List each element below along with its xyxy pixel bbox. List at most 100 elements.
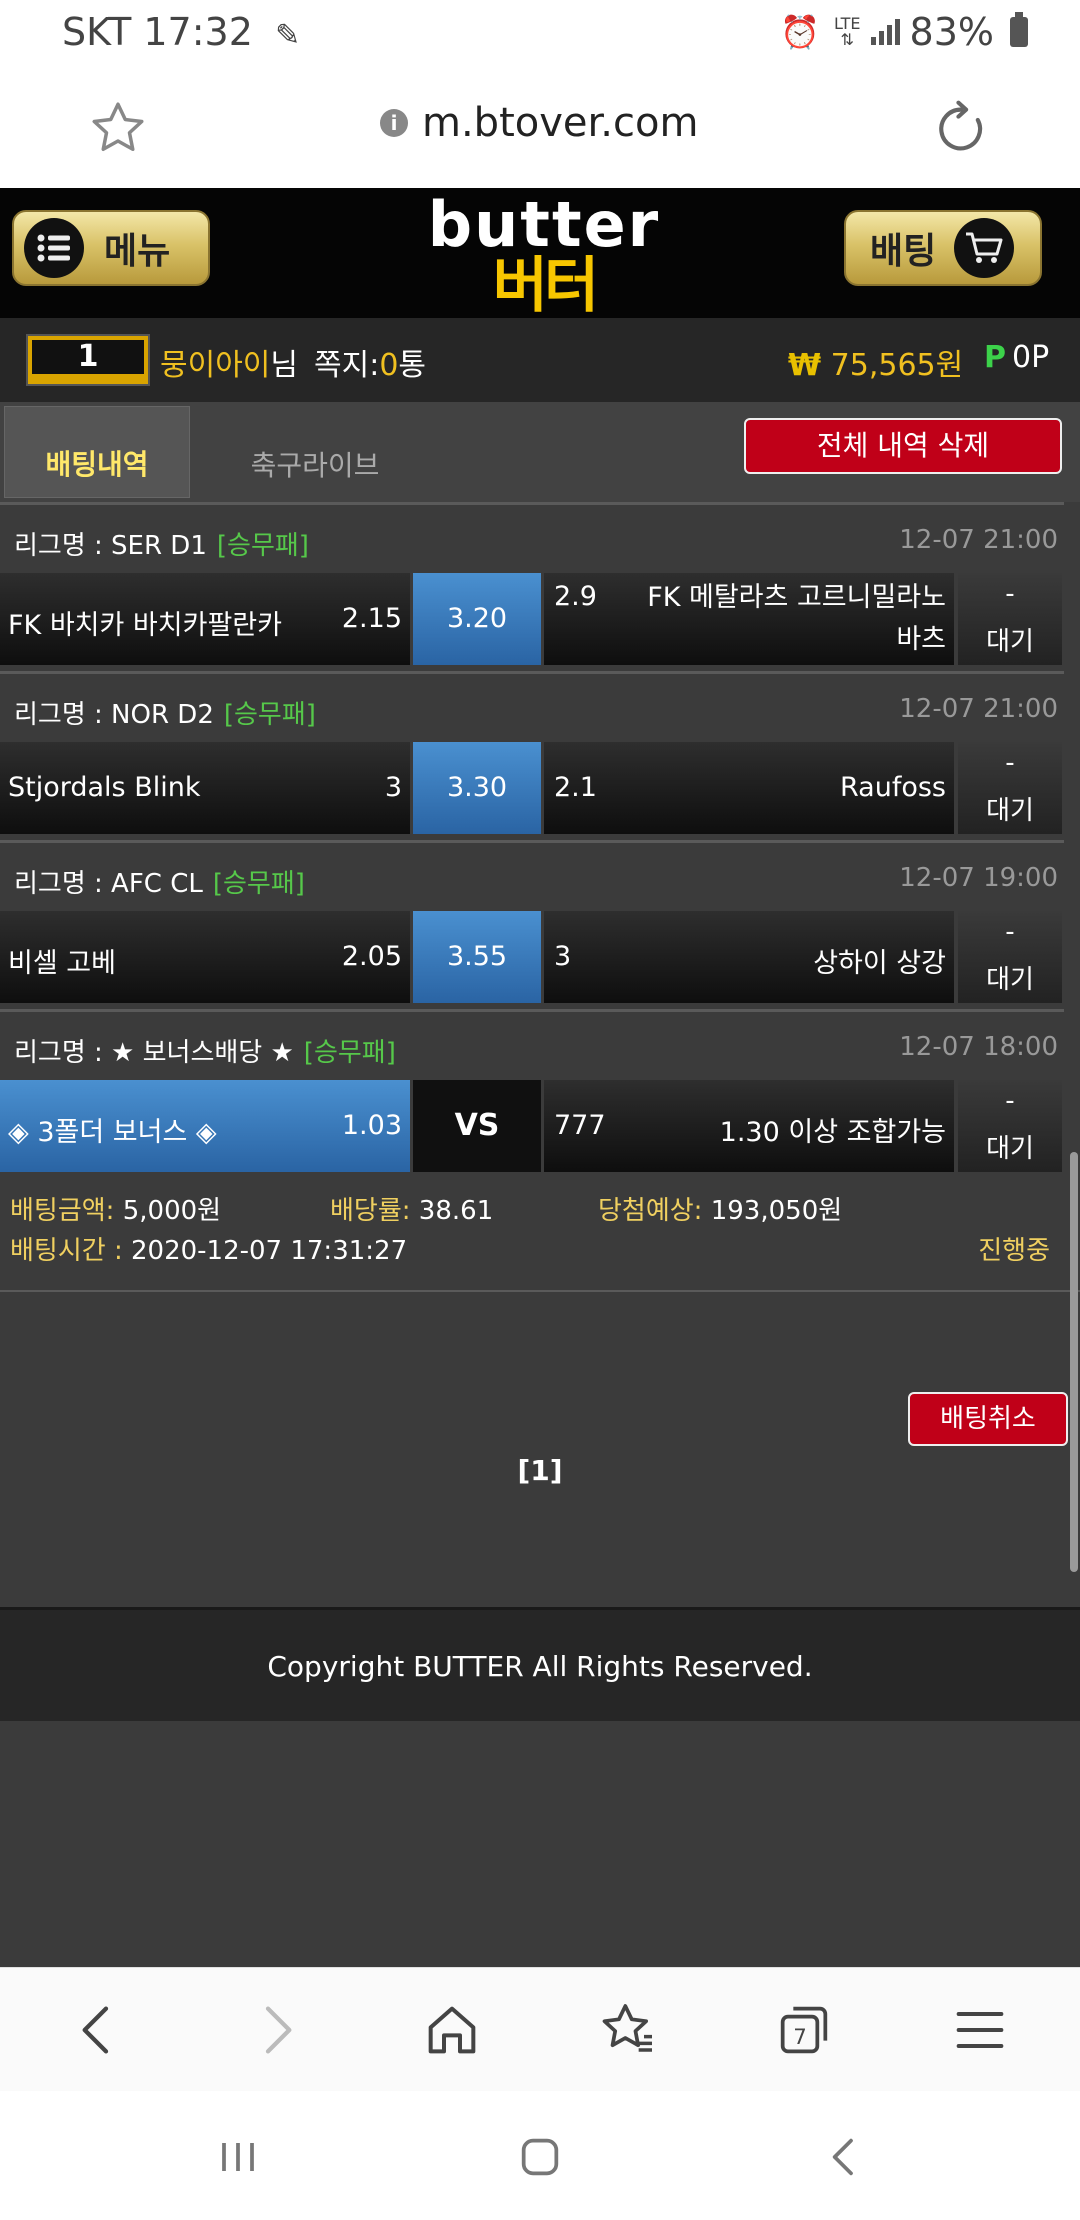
tab-soccer-live[interactable]: 축구라이브 <box>196 406 434 498</box>
hamburger-icon <box>956 2012 1004 2048</box>
reload-icon <box>939 100 983 151</box>
chevron-right-icon <box>265 2006 292 2054</box>
match-time: 12-07 18:00 <box>899 1032 1058 1062</box>
carrier-time-text: SKT 17:32 <box>62 10 253 54</box>
username-text: 뭉이아이 <box>160 348 271 383</box>
browser-nav-bar: 7 <box>0 1967 1080 2092</box>
pagination[interactable]: [1] <box>0 1454 1080 1487</box>
forward-button[interactable] <box>244 1998 308 2062</box>
message-label: 쪽지: <box>314 348 380 383</box>
match-row: FK 바치카 바치카팔란카 2.15 3.20 2.9 FK 메탈라츠 고르니밀… <box>0 573 1080 665</box>
draw-odds: 3.30 <box>413 742 541 834</box>
betting-cart-button[interactable]: 배팅 <box>844 210 1042 286</box>
home-team-cell: FK 바치카 바치카팔란카 2.15 <box>0 573 410 665</box>
system-home-button[interactable] <box>512 2129 568 2185</box>
system-back-icon <box>832 2138 853 2176</box>
status-bar: SKT 17:32 ✎ ⏰ LTE ⇅ 83% <box>0 0 1080 66</box>
butter-logo[interactable]: butter 버터 <box>424 194 664 317</box>
bet-type-tag: [승무패] <box>223 700 316 730</box>
match-status: - 대기 <box>958 742 1062 834</box>
points-amount: 0P <box>1012 340 1050 375</box>
match-status: - 대기 <box>958 911 1062 1003</box>
message-count: 0 <box>379 348 399 383</box>
tab-bet-history[interactable]: 배팅내역 <box>4 406 190 498</box>
home-team-cell: 비셀 고베 2.05 <box>0 911 410 1003</box>
lte-icon: LTE ⇅ <box>833 14 861 49</box>
browser-menu-button[interactable] <box>948 1998 1012 2062</box>
tab-bar: 배팅내역 축구라이브 전체 내역 삭제 <box>0 402 1080 502</box>
url-text: m.btover.com <box>422 100 699 146</box>
bet-rate: 배당률: 38.61 <box>330 1196 494 1226</box>
bookmark-star-button[interactable] <box>88 98 148 158</box>
match-time: 12-07 21:00 <box>899 694 1058 724</box>
bonus-odds: 1.03 <box>341 1110 402 1141</box>
status-icons: ⏰ LTE ⇅ 83% <box>780 10 1028 54</box>
away-team-cell: 2.9 FK 메탈라츠 고르니밀라노 바츠 <box>544 573 954 665</box>
back-button[interactable] <box>66 1998 130 2062</box>
draw-odds: 3.20 <box>413 573 541 665</box>
bet-type-tag: [승무패] <box>216 531 309 561</box>
draw-odds: 3.55 <box>413 911 541 1003</box>
cart-icon <box>954 218 1015 278</box>
menu-label: 메뉴 <box>104 231 171 272</box>
battery-percent: 83% <box>909 10 994 54</box>
message-link[interactable]: 쪽지:0통 <box>314 340 426 384</box>
delete-all-button[interactable]: 전체 내역 삭제 <box>744 418 1062 474</box>
league-name: 리그명 : AFC CL [승무패] <box>14 869 305 899</box>
betting-label: 배팅 <box>870 231 937 272</box>
vs-label: VS <box>413 1080 541 1172</box>
alarm-icon: ⏰ <box>780 13 820 51</box>
match-status: - 대기 <box>958 1080 1062 1172</box>
home-icon <box>428 2006 476 2054</box>
away-odds: 3 <box>554 941 572 972</box>
away-team-cell: 3 상하이 상강 <box>544 911 954 1003</box>
cancel-bet-button[interactable]: 배팅취소 <box>908 1392 1068 1446</box>
tabs-icon: 7 <box>780 2006 828 2054</box>
chevron-left-icon <box>82 2006 109 2054</box>
bookmarks-button[interactable] <box>596 1998 660 2062</box>
square-home-icon <box>521 2138 559 2176</box>
home-button[interactable] <box>420 1998 484 2062</box>
recent-apps-icon <box>222 2143 254 2171</box>
bet-type-tag: [승무패] <box>212 869 305 899</box>
bonus-name: ◈ 3폴더 보너스 ◈ <box>8 1117 217 1148</box>
home-odds: 2.05 <box>341 941 402 972</box>
away-team: Raufoss <box>840 772 946 803</box>
info-icon[interactable]: i <box>380 109 408 137</box>
menu-button[interactable]: 메뉴 <box>12 210 210 286</box>
league-row: 리그명 : AFC CL [승무패] 12-07 19:00 <box>0 843 1080 911</box>
bet-state: 진행중 <box>978 1236 1050 1266</box>
match-time: 12-07 21:00 <box>899 525 1058 555</box>
balance: ₩ 75,565원 <box>788 340 963 384</box>
level-number: 1 <box>32 340 144 374</box>
league-row: 리그명 : ★ 보너스배당 ★ [승무패] 12-07 18:00 <box>0 1012 1080 1080</box>
expected-win: 당첨예상: 193,050원 <box>598 1196 843 1226</box>
url-bar: i m.btover.com <box>0 66 1080 188</box>
bet-summary: 배팅금액: 5,000원 배당률: 38.61 당첨예상: 193,050원 배… <box>0 1172 1080 1290</box>
league-name: 리그명 : NOR D2 [승무패] <box>14 700 316 730</box>
system-back-button[interactable] <box>816 2129 872 2185</box>
page-1-link[interactable]: [1] <box>517 1454 562 1487</box>
bet-type-tag: [승무패] <box>303 1038 396 1068</box>
away-odds: 2.1 <box>554 772 597 803</box>
away-team: 상하이 상강 <box>813 948 946 979</box>
system-nav-bar <box>0 2091 1080 2220</box>
svg-text:7: 7 <box>793 2025 807 2050</box>
home-team: Stjordals Blink <box>8 772 201 803</box>
away-team-cell: 777 1.30 이상 조합가능 <box>544 1080 954 1172</box>
league-name: 리그명 : ★ 보너스배당 ★ [승무패] <box>14 1038 396 1068</box>
scrollbar[interactable] <box>1070 1152 1078 1572</box>
tabs-button[interactable]: 7 <box>772 1998 836 2062</box>
url-field[interactable]: i m.btover.com <box>380 100 698 146</box>
username: 뭉이아이님 <box>160 340 298 384</box>
reload-button[interactable] <box>930 98 992 160</box>
level-badge: 1 <box>26 334 150 386</box>
recent-apps-button[interactable] <box>210 2129 266 2185</box>
menu-list-icon <box>24 218 84 278</box>
home-team-cell: Stjordals Blink 3 <box>0 742 410 834</box>
divider <box>0 1290 1080 1292</box>
user-info-bar: 1 뭉이아이님 쪽지:0통 ₩ 75,565원 P 0P <box>0 318 1080 402</box>
match-row: Stjordals Blink 3 3.30 2.1 Raufoss - 대기 <box>0 742 1080 834</box>
bet-list: 리그명 : SER D1 [승무패] 12-07 21:00 FK 바치카 바치카… <box>0 502 1080 1292</box>
footer: Copyright BUTTER All Rights Reserved. <box>0 1607 1080 1724</box>
